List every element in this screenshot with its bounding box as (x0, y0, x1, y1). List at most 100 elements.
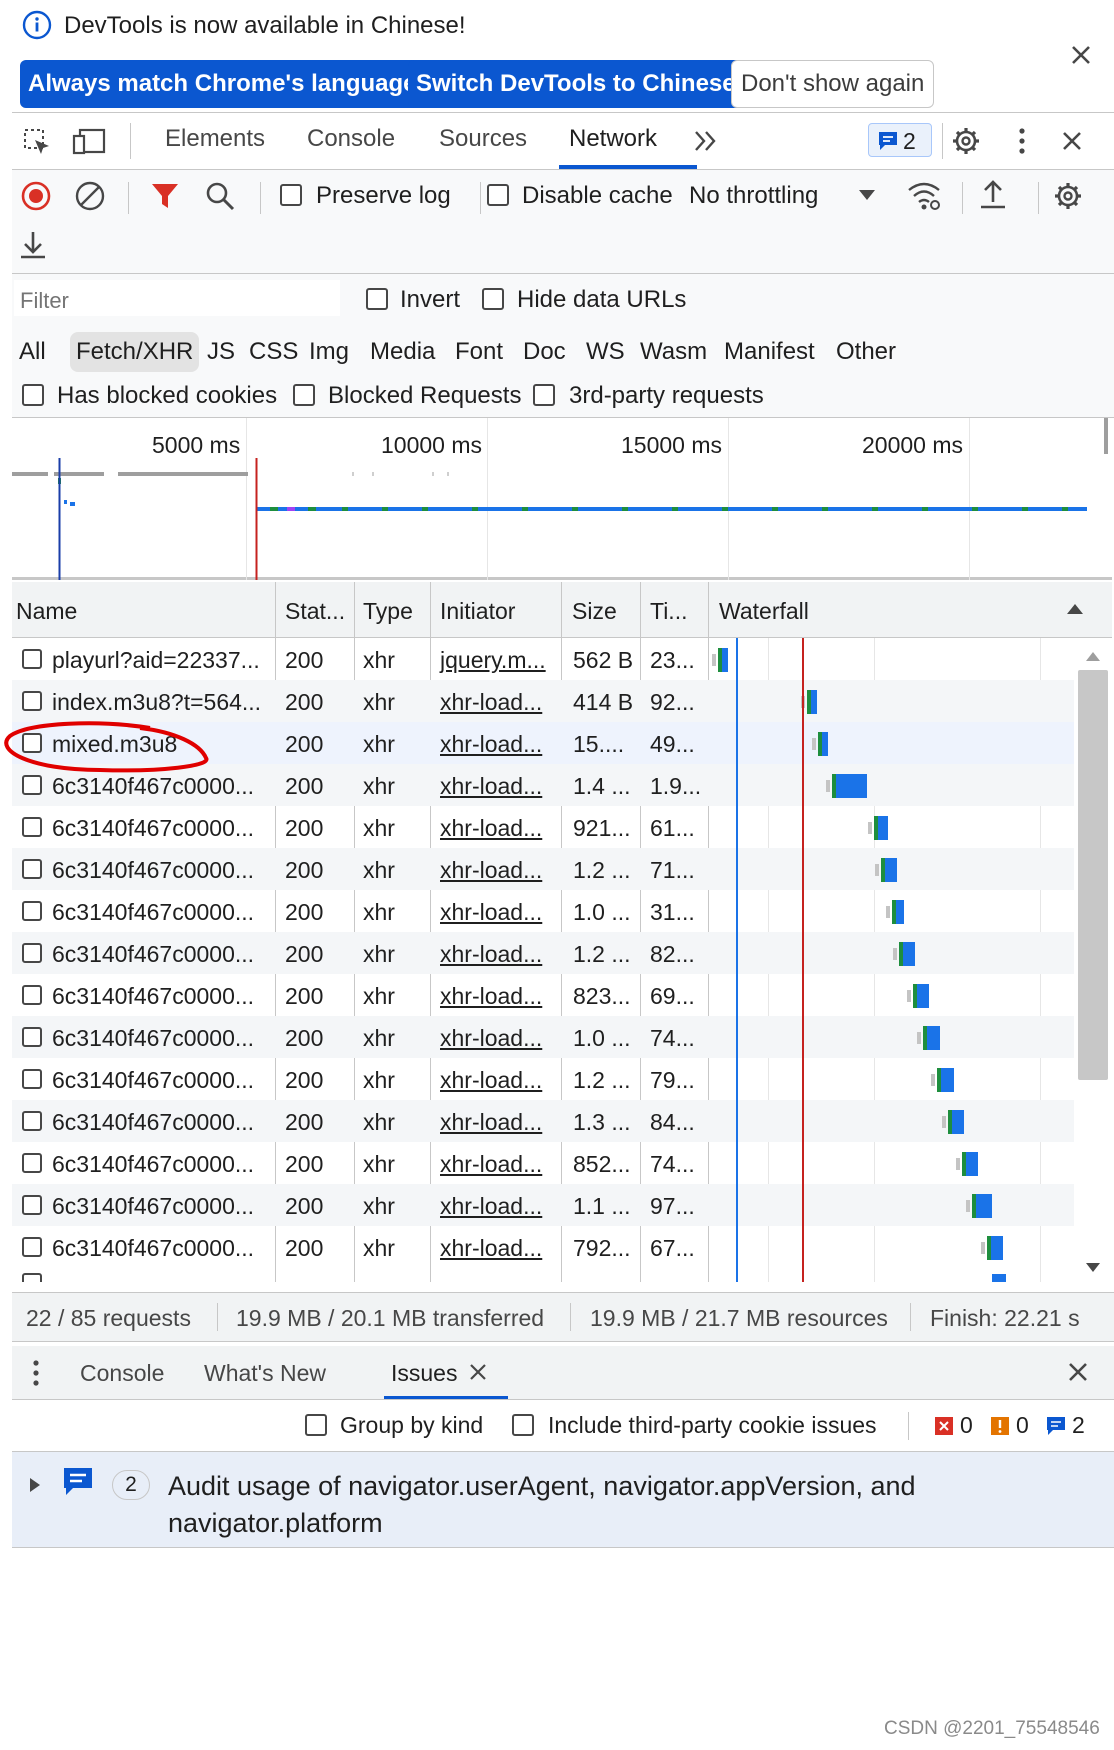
waterfall-bar[interactable] (821, 732, 828, 756)
waterfall-bar[interactable] (916, 984, 929, 1008)
filter-type-other[interactable]: Other (836, 332, 896, 372)
row-checkbox[interactable] (22, 1027, 42, 1047)
preserve-log-checkbox[interactable] (280, 184, 302, 206)
row-checkbox[interactable] (22, 817, 42, 837)
waterfall-bar[interactable] (884, 858, 898, 882)
row-checkbox[interactable] (22, 649, 42, 669)
waterfall-bar[interactable] (990, 1236, 1003, 1260)
drawer-menu-icon[interactable] (30, 1358, 42, 1388)
waterfall-bar[interactable] (902, 942, 915, 966)
table-row[interactable]: 6c3140f467c0000... 200 xhr xhr-load... 1.0 .… (12, 1016, 1074, 1058)
close-devtools-icon[interactable] (1058, 127, 1086, 155)
filter-input[interactable]: Filter (14, 280, 340, 316)
filter-type-doc[interactable]: Doc (523, 332, 566, 372)
export-har-icon[interactable] (18, 228, 48, 262)
row-checkbox[interactable] (22, 943, 42, 963)
filter-type-css[interactable]: CSS (249, 332, 298, 372)
initiator-link[interactable]: xhr-load... (440, 857, 542, 884)
scroll-up-icon[interactable] (1084, 650, 1102, 662)
filter-type-font[interactable]: Font (455, 332, 503, 372)
hide-data-urls-checkbox[interactable] (482, 288, 504, 310)
column-waterfall[interactable]: Waterfall (719, 598, 809, 625)
close-issues-tab-icon[interactable] (468, 1362, 488, 1382)
waterfall-bar[interactable] (951, 1110, 965, 1134)
switch-to-chinese-button[interactable]: Switch DevTools to Chinese (408, 60, 744, 108)
initiator-link[interactable]: xhr-load... (440, 815, 542, 842)
scroll-down-icon[interactable] (1084, 1262, 1102, 1274)
close-icon[interactable] (1064, 38, 1098, 72)
include-third-party-checkbox[interactable] (512, 1414, 534, 1436)
waterfall-bar[interactable] (895, 900, 905, 924)
row-checkbox[interactable] (22, 985, 42, 1005)
table-scrollbar-thumb[interactable] (1078, 670, 1108, 1080)
waterfall-bar[interactable] (941, 1068, 954, 1092)
filter-type-all[interactable]: All (19, 332, 46, 372)
third-party-requests-checkbox[interactable] (533, 384, 555, 406)
column-status[interactable]: Stat... (285, 598, 345, 625)
more-options-icon[interactable] (1012, 125, 1032, 157)
waterfall-bar[interactable] (835, 774, 868, 798)
tab-elements[interactable]: Elements (165, 125, 265, 153)
waterfall-bar[interactable] (976, 1194, 993, 1218)
filter-type-img[interactable]: Img (309, 332, 349, 372)
waterfall-bar[interactable] (927, 1026, 940, 1050)
expand-triangle-icon[interactable] (28, 1476, 42, 1494)
row-checkbox[interactable] (22, 1111, 42, 1131)
clear-icon[interactable] (74, 180, 106, 212)
issue-item[interactable]: 2 Audit usage of navigator.userAgent, na… (12, 1452, 1114, 1548)
table-row[interactable]: 6c3140f467c0000... 200 xhr xhr-load... 792..… (12, 1226, 1074, 1268)
device-toolbar-icon[interactable] (72, 127, 106, 157)
filter-type-media[interactable]: Media (370, 332, 435, 372)
table-row[interactable]: playurl?aid=22337... 200 xhr jquery.m... 562… (12, 638, 1074, 680)
initiator-link[interactable]: xhr-load... (440, 1067, 542, 1094)
sort-ascending-icon[interactable] (1066, 602, 1084, 616)
column-initiator[interactable]: Initiator (440, 598, 515, 625)
column-name[interactable]: Name (16, 598, 77, 625)
filter-type-js[interactable]: JS (207, 332, 235, 372)
initiator-link[interactable]: xhr-load... (440, 983, 542, 1010)
initiator-link[interactable]: xhr-load... (440, 1235, 542, 1262)
waterfall-bar[interactable] (721, 648, 728, 672)
row-checkbox[interactable] (22, 1153, 42, 1173)
initiator-link[interactable]: xhr-load... (440, 1109, 542, 1136)
group-by-kind-checkbox[interactable] (305, 1414, 327, 1436)
filter-type-manifest[interactable]: Manifest (724, 332, 815, 372)
close-drawer-icon[interactable] (1064, 1358, 1092, 1386)
row-checkbox[interactable] (22, 859, 42, 879)
row-checkbox[interactable] (22, 1195, 42, 1215)
waterfall-bar[interactable] (811, 690, 818, 714)
table-row[interactable]: index.m3u8?t=564... 200 xhr xhr-load... 414 … (12, 680, 1074, 722)
timeline-overview[interactable]: 5000 ms 10000 ms 15000 ms 20000 ms (12, 418, 1112, 580)
initiator-link[interactable]: xhr-load... (440, 941, 542, 968)
dont-show-again-button[interactable]: Don't show again (731, 60, 935, 108)
initiator-link[interactable]: xhr-load... (440, 1025, 542, 1052)
more-tabs-icon[interactable] (692, 127, 722, 155)
table-row[interactable]: 6c3140f467c0000... 200 xhr xhr-load... 1.3 .… (12, 1100, 1074, 1142)
table-row[interactable]: 6c3140f467c0000... 200 xhr xhr-load... 1.2 .… (12, 932, 1074, 974)
throttling-select[interactable]: No throttling (689, 182, 818, 210)
disable-cache-checkbox[interactable] (487, 184, 509, 206)
table-row[interactable]: 6c3140f467c0000... 200 xhr xhr-load... 1.1 .… (12, 1184, 1074, 1226)
has-blocked-cookies-checkbox[interactable] (22, 384, 44, 406)
column-type[interactable]: Type (363, 598, 413, 625)
waterfall-bar[interactable] (965, 1152, 979, 1176)
always-match-language-button[interactable]: Always match Chrome's language (20, 60, 425, 108)
tab-network[interactable]: Network (569, 125, 657, 153)
initiator-link[interactable]: xhr-load... (440, 1151, 542, 1178)
table-row[interactable]: 6c3140f467c0000... 200 xhr xhr-load... 921..… (12, 806, 1074, 848)
initiator-link[interactable]: jquery.m... (440, 647, 546, 674)
initiator-link[interactable]: xhr-load... (440, 689, 542, 716)
tab-sources[interactable]: Sources (439, 125, 527, 153)
row-checkbox[interactable] (22, 691, 42, 711)
filter-icon[interactable] (150, 180, 180, 212)
filter-type-fetch-xhr[interactable]: Fetch/XHR (70, 332, 200, 372)
column-time[interactable]: Ti... (650, 598, 687, 625)
drawer-tab-whats-new[interactable]: What's New (204, 1360, 326, 1387)
initiator-link[interactable]: xhr-load... (440, 899, 542, 926)
table-row[interactable]: 6c3140f467c0000... 200 xhr xhr-load... 1.2 .… (12, 1058, 1074, 1100)
network-conditions-icon[interactable] (906, 178, 942, 212)
initiator-link[interactable]: xhr-load... (440, 731, 542, 758)
row-checkbox[interactable] (22, 901, 42, 921)
drawer-tab-issues[interactable]: Issues (391, 1360, 457, 1387)
dropdown-arrow-icon[interactable] (858, 188, 876, 202)
